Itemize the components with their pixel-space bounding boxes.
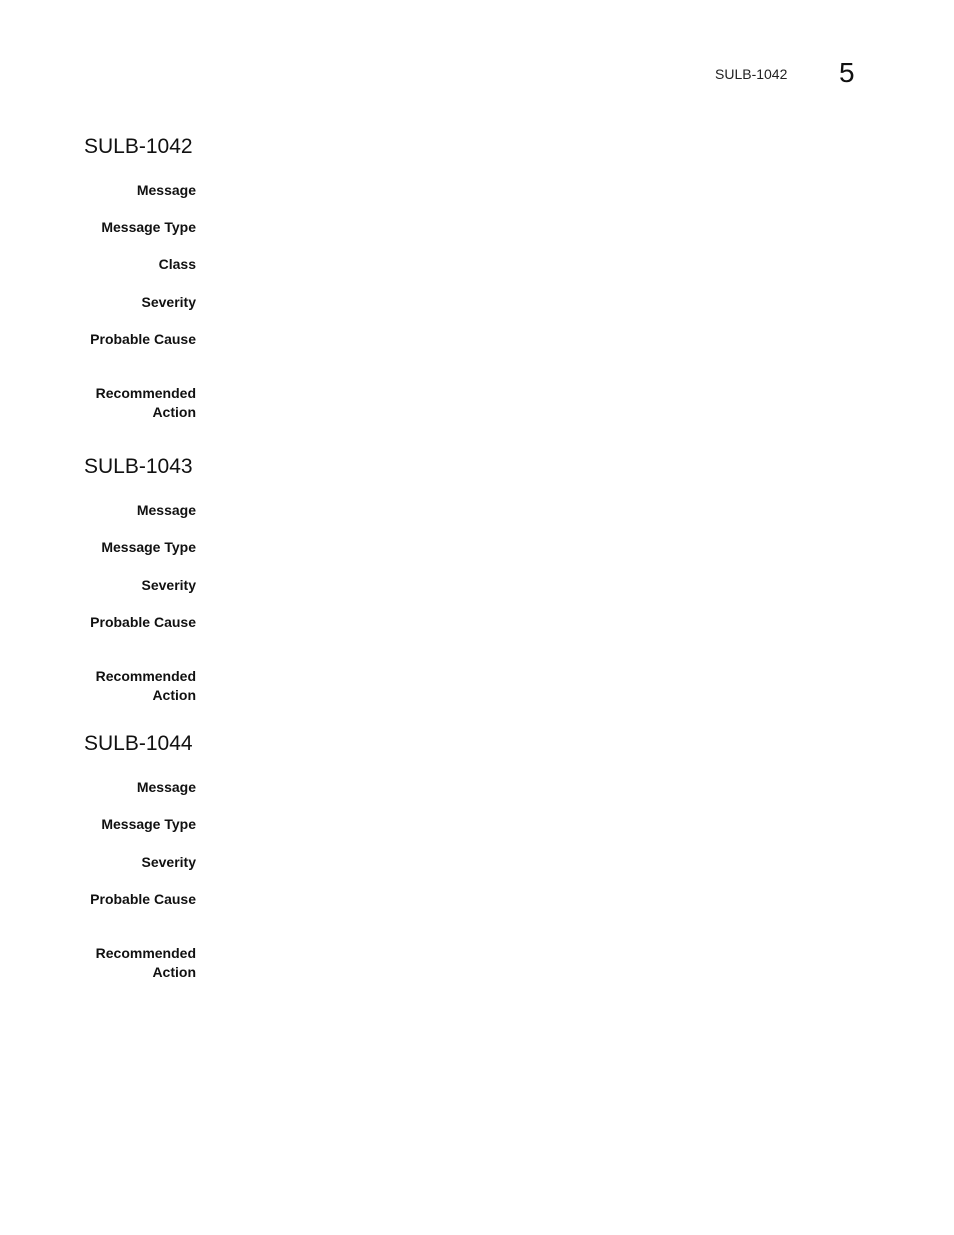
field-recommended-action: Recommended Action [84, 944, 196, 982]
running-header: SULB-1042 5 [700, 57, 860, 88]
section-title: SULB-1042 [84, 135, 193, 158]
field-label: Probable Cause [90, 891, 196, 907]
section-title: SULB-1043 [84, 455, 193, 478]
field-label: Class [158, 256, 196, 272]
message-section-sulb-1042: SULB-1042 Message Message Type Class Sev… [84, 135, 884, 420]
field-label-line-2: Action [152, 964, 196, 980]
message-section-sulb-1044: SULB-1044 Message Message Type Severity … [84, 732, 884, 980]
field-label: Message [136, 502, 196, 518]
field-label: Message Type [101, 816, 196, 832]
message-section-sulb-1043: SULB-1043 Message Message Type Severity … [84, 455, 884, 703]
field-message-type: Message Type [84, 218, 196, 237]
field-message-type: Message Type [84, 815, 196, 834]
field-severity: Severity [84, 576, 196, 595]
field-message: Message [84, 778, 196, 797]
running-header-title: SULB-1042 [715, 66, 788, 82]
field-label: Severity [141, 294, 196, 310]
field-severity: Severity [84, 853, 196, 872]
field-label: Probable Cause [90, 331, 196, 347]
field-label: Probable Cause [90, 614, 196, 630]
field-recommended-action: Recommended Action [84, 667, 196, 705]
field-probable-cause: Probable Cause [84, 330, 196, 349]
field-class: Class [84, 255, 196, 274]
chapter-number: 5 [839, 57, 855, 88]
field-label: Message Type [101, 539, 196, 555]
field-label: Message [136, 182, 196, 198]
field-message-type: Message Type [84, 538, 196, 557]
field-label-line-2: Action [152, 404, 196, 420]
field-label-line-2: Action [152, 687, 196, 703]
field-label-line-1: Recommended [95, 945, 196, 961]
field-recommended-action: Recommended Action [84, 384, 196, 422]
field-message: Message [84, 181, 196, 200]
field-probable-cause: Probable Cause [84, 890, 196, 909]
field-probable-cause: Probable Cause [84, 613, 196, 632]
field-message: Message [84, 501, 196, 520]
field-label: Message [136, 779, 196, 795]
field-label: Message Type [101, 219, 196, 235]
field-label-line-1: Recommended [95, 668, 196, 684]
field-severity: Severity [84, 293, 196, 312]
field-label: Severity [141, 577, 196, 593]
field-label: Severity [141, 854, 196, 870]
field-label-line-1: Recommended [95, 385, 196, 401]
section-title: SULB-1044 [84, 732, 193, 755]
